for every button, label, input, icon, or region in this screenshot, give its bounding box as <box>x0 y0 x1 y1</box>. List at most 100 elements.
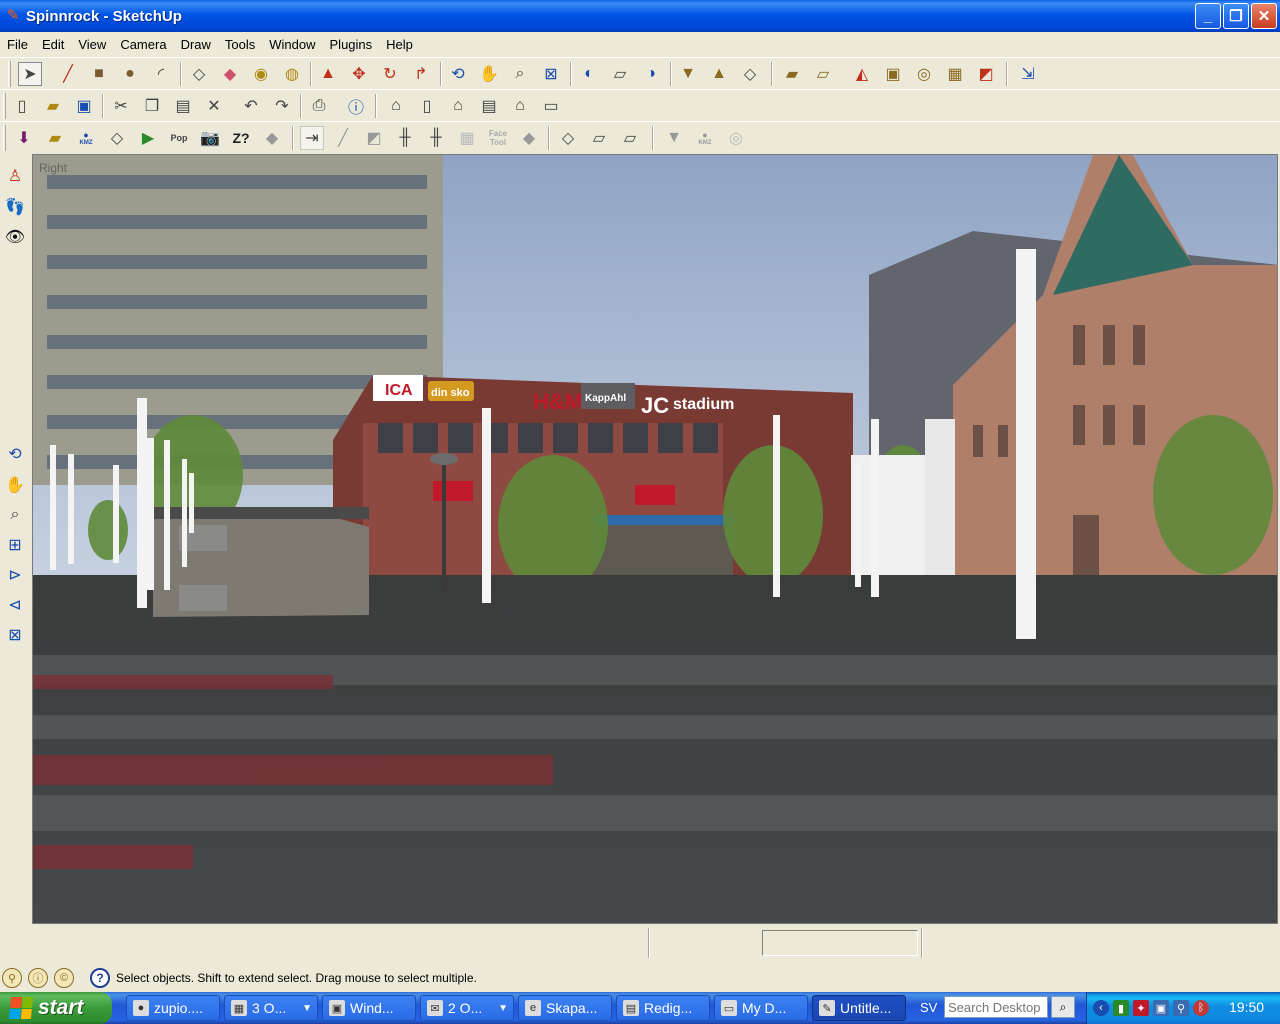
minimize-button[interactable]: _ <box>1195 3 1221 29</box>
copyright-icon[interactable]: © <box>54 968 74 988</box>
credits-icon[interactable]: ⓘ <box>28 968 48 988</box>
smoove-icon[interactable]: ◭ <box>850 62 874 86</box>
plugin-tool-icon[interactable]: ▼ <box>662 126 686 150</box>
pan-icon[interactable]: ✋ <box>3 473 27 497</box>
send-to-layout-icon[interactable]: ▶ <box>136 126 160 150</box>
save-icon[interactable]: ▣ <box>72 94 96 118</box>
menu-draw[interactable]: Draw <box>174 37 218 52</box>
zoom-icon[interactable]: ⌕ <box>508 62 532 86</box>
tray-app-icon[interactable]: ▮ <box>1113 1000 1129 1016</box>
close-button[interactable]: ✕ <box>1251 3 1277 29</box>
model-info-icon[interactable]: ⓘ <box>344 94 368 118</box>
z-icon[interactable]: Z? <box>229 126 253 150</box>
arrow-plugin-icon[interactable]: ⇥ <box>300 126 324 150</box>
rectangle-tool-icon[interactable]: ■ <box>87 62 111 86</box>
sandbox-from-scratch-icon[interactable]: ▱ <box>811 62 835 86</box>
position-camera-icon[interactable]: ♙ <box>3 164 27 188</box>
zoom-extents-icon[interactable]: ⊠ <box>3 623 27 647</box>
copy-icon[interactable]: ❐ <box>140 94 164 118</box>
zoom-icon[interactable]: ⌕ <box>3 503 27 527</box>
offset-2-icon[interactable]: ▱ <box>618 126 642 150</box>
plugin-tool-icon[interactable]: ╱ <box>331 126 355 150</box>
menu-window[interactable]: Window <box>262 37 322 52</box>
taskbar-item-active[interactable]: ✎ Untitle... <box>812 995 906 1021</box>
toggle-terrain-icon[interactable]: ▱ <box>608 62 632 86</box>
get-models-icon[interactable]: ▼ <box>676 62 700 86</box>
tape-measure-icon[interactable]: ◉ <box>249 62 273 86</box>
plugin-tool-icon[interactable]: ▦ <box>455 126 479 150</box>
paint-bucket-icon[interactable]: ◍ <box>280 62 304 86</box>
top-view-icon[interactable]: ▯ <box>415 94 439 118</box>
import-icon[interactable]: ▰ <box>43 126 67 150</box>
follow-me-icon[interactable]: ↱ <box>409 62 433 86</box>
iso-view-icon[interactable]: ⌂ <box>384 94 408 118</box>
camera-icon[interactable]: 📷 <box>198 126 222 150</box>
open-file-icon[interactable]: ▰ <box>41 94 65 118</box>
start-button[interactable]: start <box>0 992 112 1024</box>
menu-edit[interactable]: Edit <box>35 37 71 52</box>
drape-icon[interactable]: ◎ <box>912 62 936 86</box>
bluetooth-icon[interactable]: ᛒ <box>1193 1000 1209 1016</box>
kmz-export-icon[interactable]: ● KMZ <box>74 126 98 150</box>
undo-icon[interactable]: ↶ <box>239 94 263 118</box>
kmz-import-icon[interactable]: ● KMZ <box>693 126 717 150</box>
offset-1-icon[interactable]: ▱ <box>587 126 611 150</box>
desktop-search-input[interactable] <box>944 996 1048 1018</box>
circle-tool-icon[interactable]: ● <box>118 62 142 86</box>
place-model-icon[interactable]: ◑ <box>639 62 663 86</box>
orbit-icon[interactable]: ⟲ <box>446 62 470 86</box>
previous-view-icon[interactable]: ⊳ <box>3 563 27 587</box>
sandbox-from-contours-icon[interactable]: ▰ <box>780 62 804 86</box>
walk-icon[interactable]: 👣 <box>3 195 27 219</box>
network-icon[interactable]: ▣ <box>1153 1000 1169 1016</box>
arc-tool-icon[interactable]: ◜ <box>149 62 173 86</box>
pop-icon[interactable]: Pop <box>167 126 191 150</box>
print-icon[interactable]: ⎙ <box>307 94 331 118</box>
acrobat-icon[interactable]: ✦ <box>1133 1000 1149 1016</box>
dimension-icon[interactable]: ⇲ <box>1016 62 1040 86</box>
cut-icon[interactable]: ✂ <box>109 94 133 118</box>
export-icon[interactable]: ⬇ <box>12 126 36 150</box>
flip-edge-icon[interactable]: ◩ <box>974 62 998 86</box>
taskbar-item[interactable]: ▤ Redig... <box>616 995 710 1021</box>
menu-plugins[interactable]: Plugins <box>323 37 380 52</box>
add-detail-icon[interactable]: ▦ <box>943 62 967 86</box>
push-pull-icon[interactable]: ▲ <box>316 62 340 86</box>
toolbar-grip[interactable] <box>3 93 6 119</box>
measurements-box[interactable] <box>762 930 918 956</box>
front-view-icon[interactable]: ⌂ <box>446 94 470 118</box>
plugin-tool-icon[interactable]: ╫ <box>424 126 448 150</box>
menu-tools[interactable]: Tools <box>218 37 262 52</box>
toolbar-grip[interactable] <box>8 61 11 87</box>
new-file-icon[interactable]: ▯ <box>10 94 34 118</box>
taskbar-item[interactable]: ● zupio.... <box>126 995 220 1021</box>
taskbar-item[interactable]: e Skapa... <box>518 995 612 1021</box>
move-icon[interactable]: ✥ <box>347 62 371 86</box>
left-view-icon[interactable]: ▭ <box>539 94 563 118</box>
paste-icon[interactable]: ▤ <box>171 94 195 118</box>
menu-camera[interactable]: Camera <box>113 37 173 52</box>
share-component-icon[interactable]: ◇ <box>738 62 762 86</box>
search-tray-icon[interactable]: ⚲ <box>1173 1000 1189 1016</box>
select-tool-icon[interactable]: ➤ <box>18 62 42 86</box>
photo-match-icon[interactable]: ◇ <box>105 126 129 150</box>
menu-file[interactable]: File <box>0 37 35 52</box>
plugin-tool-icon[interactable]: ◆ <box>517 126 541 150</box>
language-indicator[interactable]: SV <box>920 1000 937 1015</box>
eraser-icon[interactable]: ◆ <box>218 62 242 86</box>
right-view-icon[interactable]: ▤ <box>477 94 501 118</box>
plugin-tool-icon[interactable]: ◎ <box>724 126 748 150</box>
next-view-icon[interactable]: ⊲ <box>3 593 27 617</box>
zoom-window-icon[interactable]: ⊞ <box>3 533 27 557</box>
stamp-icon[interactable]: ▣ <box>881 62 905 86</box>
geo-location-icon[interactable]: ⚲ <box>2 968 22 988</box>
taskbar-item[interactable]: ▣ Wind... <box>322 995 416 1021</box>
delete-icon[interactable]: ✕ <box>202 94 226 118</box>
maximize-button[interactable]: ❐ <box>1223 3 1249 29</box>
plugin-tool-icon[interactable]: ╫ <box>393 126 417 150</box>
taskbar-item[interactable]: ▭ My D... <box>714 995 808 1021</box>
help-icon[interactable]: ? <box>90 968 110 988</box>
orbit-icon[interactable]: ⟲ <box>3 442 27 466</box>
sketchup-app-icon[interactable]: ✎ <box>4 7 22 25</box>
taskbar-group[interactable]: ▦ 3 O... ▼ <box>224 995 318 1021</box>
